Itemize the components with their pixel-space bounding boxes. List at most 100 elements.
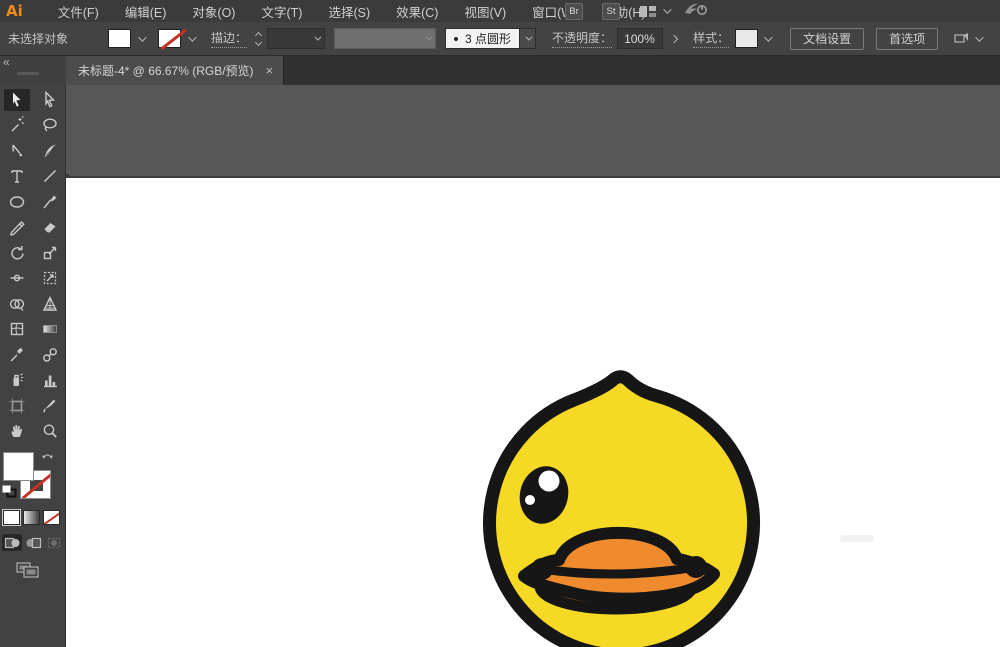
eye-highlight-small [525, 495, 535, 505]
hand-tool[interactable] [4, 420, 30, 442]
magic-wand-tool[interactable] [4, 114, 30, 136]
artboard[interactable] [66, 176, 1000, 647]
gradient-tool[interactable] [37, 318, 63, 340]
menubar: Ai 文件(F)编辑(E)对象(O)文字(T)选择(S)效果(C)视图(V)窗口… [0, 0, 1000, 22]
tab-close-icon[interactable]: × [266, 64, 274, 77]
selection-tool[interactable] [4, 89, 30, 111]
brush-definition-value: 3 点圆形 [465, 30, 511, 47]
document-tab[interactable]: 未标题-4* @ 66.67% (RGB/预览) × [66, 56, 284, 85]
rotate-tool[interactable] [4, 242, 30, 264]
draw-inside-button[interactable] [44, 534, 64, 551]
duck-mouth-dot-right[interactable] [685, 556, 707, 578]
stroke-weight-link[interactable]: 描边： [211, 29, 247, 48]
default-fill-stroke-icon[interactable] [2, 485, 17, 498]
collapse-panels-icon[interactable]: « [3, 55, 10, 69]
tabstrip: « 未标题-4* @ 66.67% (RGB/预览) × [0, 56, 1000, 85]
workspace-switcher-icon [639, 5, 657, 18]
menu-item[interactable]: 对象(O) [179, 0, 248, 24]
pencil-tool[interactable] [4, 216, 30, 238]
draw-normal-icon [4, 536, 21, 550]
fill-chevron-icon[interactable] [138, 33, 146, 41]
lasso-tool[interactable] [37, 114, 63, 136]
pen-tool[interactable] [4, 140, 30, 162]
menu-item[interactable]: 编辑(E) [112, 0, 180, 24]
opacity-link[interactable]: 不透明度： [552, 29, 612, 48]
blend-tool[interactable] [37, 344, 63, 366]
mesh-tool[interactable] [4, 318, 30, 340]
gradient-button[interactable] [23, 510, 40, 525]
stroke-weight-stepper[interactable] [252, 28, 265, 49]
variable-width-dropdown [334, 28, 436, 49]
app-logo[interactable]: Ai [6, 2, 23, 20]
direct-selection-tool[interactable] [37, 89, 63, 111]
menu-item[interactable]: 文字(T) [248, 0, 315, 24]
faint-smudge [840, 535, 874, 542]
fill-proxy-swatch[interactable] [3, 452, 34, 481]
preferences-button[interactable]: 首选项 [876, 28, 938, 50]
shape-builder-tool[interactable] [4, 293, 30, 315]
draw-inside-icon [46, 536, 63, 550]
none-button[interactable] [43, 510, 60, 525]
draw-normal-button[interactable] [2, 534, 22, 551]
menu-item[interactable]: 视图(V) [451, 0, 519, 24]
eye-highlight-large [539, 471, 560, 492]
perspective-grid-tool[interactable] [37, 293, 63, 315]
eyedropper-tool[interactable] [4, 344, 30, 366]
paintbrush-tool[interactable] [37, 191, 63, 213]
draw-behind-icon [25, 536, 42, 550]
column-graph-tool[interactable] [37, 369, 63, 391]
menu-item[interactable]: 选择(S) [315, 0, 383, 24]
curvature-tool[interactable] [37, 140, 63, 162]
style-swatch[interactable] [735, 29, 758, 48]
badge-br[interactable]: Br [565, 3, 583, 20]
stroke-weight-dropdown[interactable] [267, 28, 325, 49]
menu-item[interactable]: 效果(C) [383, 0, 451, 24]
document-tab-title: 未标题-4* @ 66.67% (RGB/预览) [78, 62, 254, 79]
menubar-right: Br St [565, 0, 709, 22]
symbol-sprayer-tool[interactable] [4, 369, 30, 391]
duck-mouth-dot-left[interactable] [531, 558, 553, 580]
width-tool[interactable] [4, 267, 30, 289]
opacity-value-box[interactable]: 100% [617, 28, 663, 49]
type-tool[interactable] [4, 165, 30, 187]
zoom-tool[interactable] [37, 420, 63, 442]
brush-preview-dot-icon [454, 37, 458, 41]
drawing-mode-buttons [0, 534, 66, 551]
badge-st[interactable]: St [602, 3, 620, 20]
color-button[interactable] [3, 510, 20, 525]
screen-mode-button[interactable] [16, 562, 40, 584]
brush-definition-dropdown[interactable]: 3 点圆形 [445, 28, 520, 49]
style-link[interactable]: 样式： [693, 29, 729, 48]
panel-grip[interactable] [17, 72, 39, 75]
eraser-tool[interactable] [37, 216, 63, 238]
opacity-panel-arrow-icon[interactable] [670, 34, 678, 42]
ellipse-tool[interactable] [4, 191, 30, 213]
document-setup-button[interactable]: 文档设置 [790, 28, 864, 50]
draw-behind-button[interactable] [23, 534, 43, 551]
stroke-chevron-icon[interactable] [188, 33, 196, 41]
align-options[interactable] [954, 32, 981, 46]
style-chevron-icon[interactable] [764, 33, 772, 41]
swap-fill-stroke-icon[interactable] [41, 450, 54, 461]
artboard-tool[interactable] [4, 395, 30, 417]
align-glyph-icon [954, 32, 970, 46]
menu-badges: Br St [565, 3, 639, 20]
brush-definition-chevron[interactable] [520, 28, 536, 49]
fill-color-swatch[interactable] [108, 29, 131, 48]
paint-style-buttons [0, 510, 66, 525]
line-segment-tool[interactable] [37, 165, 63, 187]
tools-panel-header: « [0, 56, 66, 85]
illustrator-window: { "app": { "logo": "Ai" }, "menubar": { … [0, 0, 1000, 647]
duck-artwork[interactable] [450, 348, 770, 647]
free-transform-tool[interactable] [37, 267, 63, 289]
controlbar: 未选择对象 描边： 3 点圆形 不透明度： 100% 样式： 文档设置 首选项 [0, 22, 1000, 56]
screen-mode-icon [16, 562, 40, 579]
workspace-switcher[interactable] [639, 5, 669, 18]
toolbar [0, 85, 66, 647]
canvas-area[interactable] [66, 85, 1000, 647]
scale-tool[interactable] [37, 242, 63, 264]
slice-tool[interactable] [37, 395, 63, 417]
menu-item[interactable]: 文件(F) [45, 0, 112, 24]
stroke-color-swatch[interactable] [158, 29, 181, 48]
cs-live-button[interactable] [683, 1, 709, 22]
